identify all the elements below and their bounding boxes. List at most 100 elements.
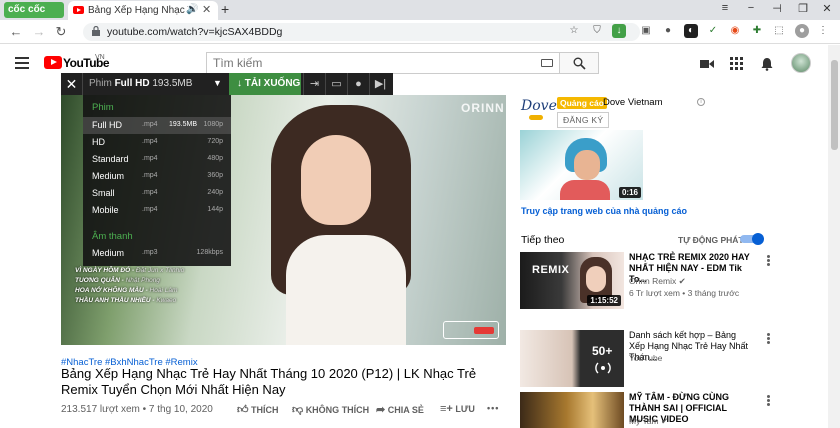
lightbulb-icon[interactable]: ● xyxy=(347,73,369,95)
exit-icon[interactable]: ⇥ xyxy=(303,73,325,95)
apps-grid-icon[interactable] xyxy=(730,57,744,71)
section-video-label: Phim xyxy=(92,102,114,113)
rec-duration: 1:15:52 xyxy=(587,295,621,306)
quality-option[interactable]: Mobile .mp4 144p xyxy=(83,202,231,219)
tab-close-icon[interactable]: ✕ xyxy=(202,3,211,16)
reload-icon[interactable]: ↻ xyxy=(53,24,69,40)
channel-watermark: ORINN xyxy=(461,101,505,115)
scrollbar-thumb[interactable] xyxy=(831,60,838,150)
song-line: THẦU ANH THẦU NHIỀU - Kwaeo xyxy=(75,297,177,304)
thumb-text: 50+ xyxy=(592,344,613,358)
quality-selector[interactable]: Phim Full HD 193.5MB xyxy=(89,78,192,89)
profile-icon[interactable]: ● xyxy=(795,24,809,38)
search-icon xyxy=(573,57,586,70)
browser-logo[interactable]: cốc cốc xyxy=(4,2,64,18)
quality-option[interactable]: Standard .mp4 480p xyxy=(83,151,231,168)
search-input[interactable] xyxy=(213,56,513,70)
minimize-icon[interactable]: − xyxy=(742,2,760,14)
quality-option[interactable]: Full HD .mp4 193.5MB 1080p xyxy=(83,117,231,134)
video-frame-dress xyxy=(286,235,406,345)
advertiser-name[interactable]: Dove Vietnam xyxy=(603,97,663,108)
speaker-icon[interactable]: 🔊 xyxy=(186,4,198,15)
shield-icon[interactable]: ⛉ xyxy=(590,24,604,38)
address-bar[interactable]: youtube.com/watch?v=kjcSAX4BDDg xyxy=(83,23,640,41)
rec-channel[interactable]: Orinn Remix ✔ xyxy=(629,276,686,287)
menu-icon[interactable] xyxy=(15,57,29,69)
song-list-overlay: VÌ NGÀY HÔM ĐÓ - Đặt Jun x Tlinhio TUƠNG… xyxy=(75,267,245,307)
download-extension-icon[interactable]: ↓ xyxy=(612,24,626,38)
download-close-icon[interactable]: ✕ xyxy=(61,73,83,95)
video-frame-face xyxy=(301,135,371,225)
autoplay-label: TỰ ĐỘNG PHÁT xyxy=(678,235,744,245)
more-icon[interactable]: ⋮ xyxy=(816,24,830,38)
rec-thumbnail[interactable]: REMIX 1:15:52 xyxy=(520,252,624,309)
extension-icon[interactable]: ◐ xyxy=(684,24,698,38)
radio-broadcast-icon xyxy=(595,362,611,374)
pip-icon[interactable]: ▭ xyxy=(325,73,347,95)
ad-thumb-body xyxy=(560,180,610,200)
up-next-label: Tiếp theo xyxy=(521,234,565,246)
autoplay-toggle-knob[interactable] xyxy=(752,233,764,245)
add-playlist-icon: ≡+ xyxy=(440,403,453,415)
thumb-text: REMIX xyxy=(532,264,570,276)
forward-icon[interactable]: → xyxy=(31,24,47,39)
user-icon[interactable]: ● xyxy=(661,24,675,38)
avatar[interactable] xyxy=(791,53,811,73)
restore-icon[interactable]: ❐ xyxy=(794,2,812,15)
keyboard-icon[interactable] xyxy=(541,59,553,67)
more-actions-icon[interactable]: ••• xyxy=(487,403,499,413)
browser-tabbar: cốc cốc Bảng Xếp Hạng Nhạc Trẻ 🔊 ✕ + ≡ −… xyxy=(0,0,840,20)
bookmark-star-icon[interactable]: ☆ xyxy=(567,24,581,38)
lock-icon xyxy=(92,26,100,36)
audio-option[interactable]: Medium .mp3 128kbps xyxy=(83,245,231,262)
new-tab-button[interactable]: + xyxy=(221,1,229,17)
rec-channel[interactable]: My Tam ✔ xyxy=(629,416,668,427)
song-line: VÌ NGÀY HÔM ĐÓ - Đặt Jun x Tlinhio xyxy=(75,267,185,274)
subscribe-watermark[interactable] xyxy=(443,321,499,339)
share-button[interactable]: ➦ CHIA SẺ xyxy=(376,403,424,416)
pin-icon[interactable]: ⊣ xyxy=(768,2,786,15)
download-quality-menu: Phim Full HD .mp4 193.5MB 1080p HD .mp4 720p … xyxy=(83,95,231,266)
youtube-logo-icon[interactable] xyxy=(44,56,62,69)
youtube-favicon-icon xyxy=(73,6,84,14)
browser-toolbar: ← → ↻ youtube.com/watch?v=kjcSAX4BDDg ☆ … xyxy=(0,20,840,44)
target-icon[interactable]: ◉ xyxy=(728,24,742,38)
quality-option[interactable]: HD .mp4 720p xyxy=(83,134,231,151)
extensions-icon[interactable]: ⬚ xyxy=(772,24,786,38)
rec-thumbnail[interactable] xyxy=(520,392,624,428)
rec-more-icon[interactable] xyxy=(767,333,770,345)
quality-option[interactable]: Small .mp4 240p xyxy=(83,185,231,202)
image-icon[interactable]: ▣ xyxy=(639,24,653,38)
window-menu-icon[interactable]: ≡ xyxy=(716,2,734,14)
rec-channel[interactable]: YouTube xyxy=(629,353,662,363)
browser-tab[interactable]: Bảng Xếp Hạng Nhạc Trẻ 🔊 ✕ xyxy=(68,1,218,20)
back-icon[interactable]: ← xyxy=(8,24,24,39)
rec-more-icon[interactable] xyxy=(767,255,770,267)
dislike-button[interactable]: 👎︎ KHÔNG THÍCH xyxy=(292,403,369,416)
caret-down-icon[interactable]: ▼ xyxy=(213,78,222,88)
window-close-icon[interactable]: ✕ xyxy=(818,2,836,15)
ad-thumbnail[interactable]: 0:16 xyxy=(520,130,643,200)
verified-icon: ✔ xyxy=(660,416,669,426)
rec-more-icon[interactable] xyxy=(767,395,770,407)
ad-website-link[interactable]: Truy cập trang web của nhà quảng cáo xyxy=(521,206,687,216)
info-icon[interactable]: i xyxy=(697,98,705,106)
rec-thumbnail[interactable]: 50+ xyxy=(520,330,624,387)
check-icon[interactable]: ✓ xyxy=(706,24,720,38)
skip-next-icon[interactable]: ▶| xyxy=(369,73,391,95)
download-button[interactable]: ↓ TẢI XUỐNG xyxy=(229,73,301,95)
video-title: Bảng Xếp Hạng Nhạc Trẻ Hay Nhất Tháng 10… xyxy=(61,366,477,397)
quality-option[interactable]: Medium .mp4 360p xyxy=(83,168,231,185)
rec-meta: 6 Tr lượt xem • 3 tháng trước xyxy=(629,288,740,298)
save-button[interactable]: ≡+ LƯU xyxy=(440,403,475,415)
search-button[interactable] xyxy=(559,52,599,74)
share-icon: ➦ xyxy=(376,404,386,416)
ad-register-button[interactable]: ĐĂNG KÝ xyxy=(557,112,610,128)
like-button[interactable]: 👍︎ THÍCH xyxy=(237,403,279,416)
thumbs-down-icon: 👎︎ xyxy=(292,404,304,416)
notifications-bell-icon[interactable] xyxy=(760,57,774,71)
search-box[interactable] xyxy=(206,52,559,74)
puzzle-icon[interactable]: ✚ xyxy=(750,24,764,38)
views-date: 213.517 lượt xem • 7 thg 10, 2020 xyxy=(61,404,213,415)
create-video-icon[interactable] xyxy=(700,57,714,71)
